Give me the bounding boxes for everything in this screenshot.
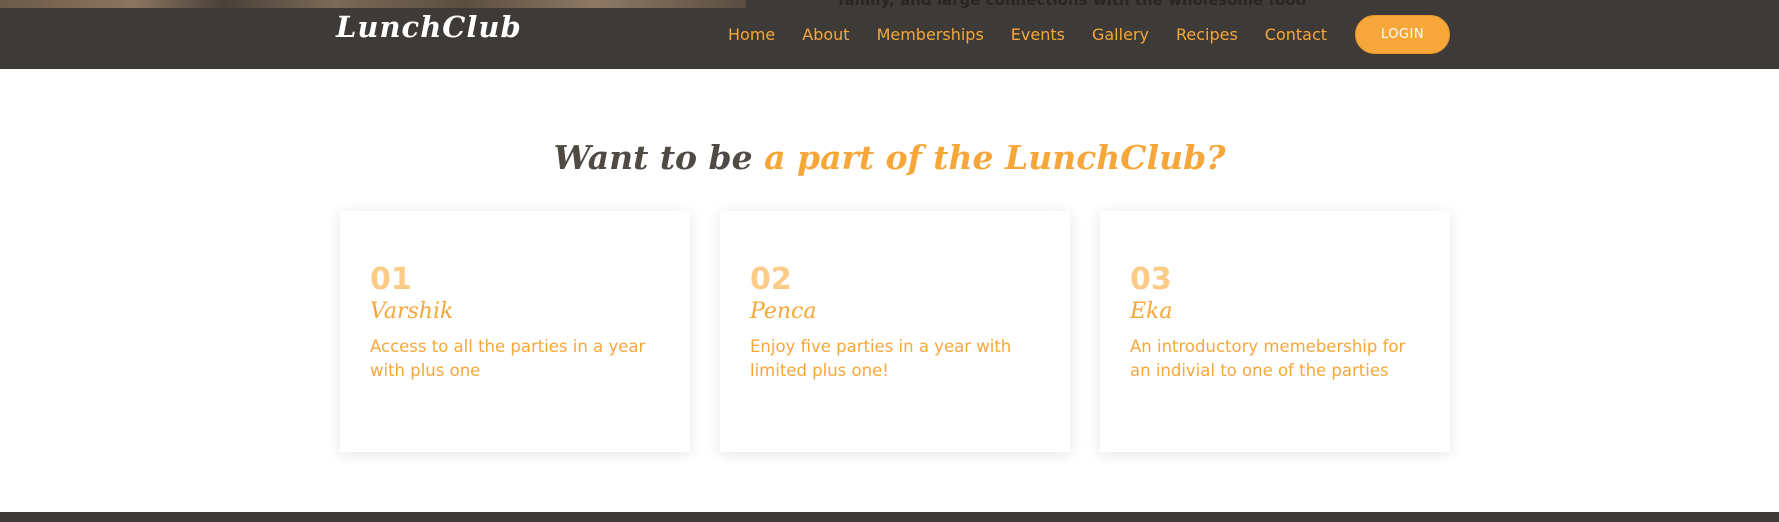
brand-logo[interactable]: LunchClub: [336, 10, 522, 44]
section-title: Want to be a part of the LunchClub?: [0, 138, 1779, 177]
nav-link-gallery[interactable]: Gallery: [1092, 25, 1149, 44]
card-title: Varshik: [370, 299, 454, 324]
card-description: Enjoy five parties in a year with limite…: [750, 337, 1012, 380]
section-title-part1: Want to be: [553, 138, 753, 177]
card-number: 03: [1130, 262, 1172, 297]
nav-link-home[interactable]: Home: [728, 25, 775, 44]
footer-edge: [0, 512, 1779, 522]
nav-link-memberships[interactable]: Memberships: [877, 25, 984, 44]
nav-link-about[interactable]: About: [802, 25, 849, 44]
card-title: Penca: [750, 299, 817, 324]
main-nav: Home About Memberships Events Gallery Re…: [728, 0, 1354, 69]
hero-image-edge: [0, 0, 746, 8]
nav-link-recipes[interactable]: Recipes: [1176, 25, 1238, 44]
nav-link-contact[interactable]: Contact: [1265, 25, 1327, 44]
card-number: 01: [370, 262, 412, 297]
membership-card: 03 Eka An introductory memebership for a…: [1100, 211, 1450, 452]
membership-card: 02 Penca Enjoy five parties in a year wi…: [720, 211, 1070, 452]
membership-card: 01 Varshik Access to all the parties in …: [340, 211, 690, 452]
card-number: 02: [750, 262, 792, 297]
card-title: Eka: [1130, 299, 1173, 324]
nav-link-events[interactable]: Events: [1011, 25, 1065, 44]
card-description: An introductory memebership for an indiv…: [1130, 337, 1406, 380]
login-button[interactable]: LOGIN: [1355, 15, 1450, 54]
membership-cards: 01 Varshik Access to all the parties in …: [340, 211, 1450, 452]
navbar: family, and large connections with the w…: [0, 0, 1779, 69]
card-description: Access to all the parties in a year with…: [370, 337, 646, 380]
section-title-part2: a part of the LunchClub?: [764, 138, 1226, 177]
